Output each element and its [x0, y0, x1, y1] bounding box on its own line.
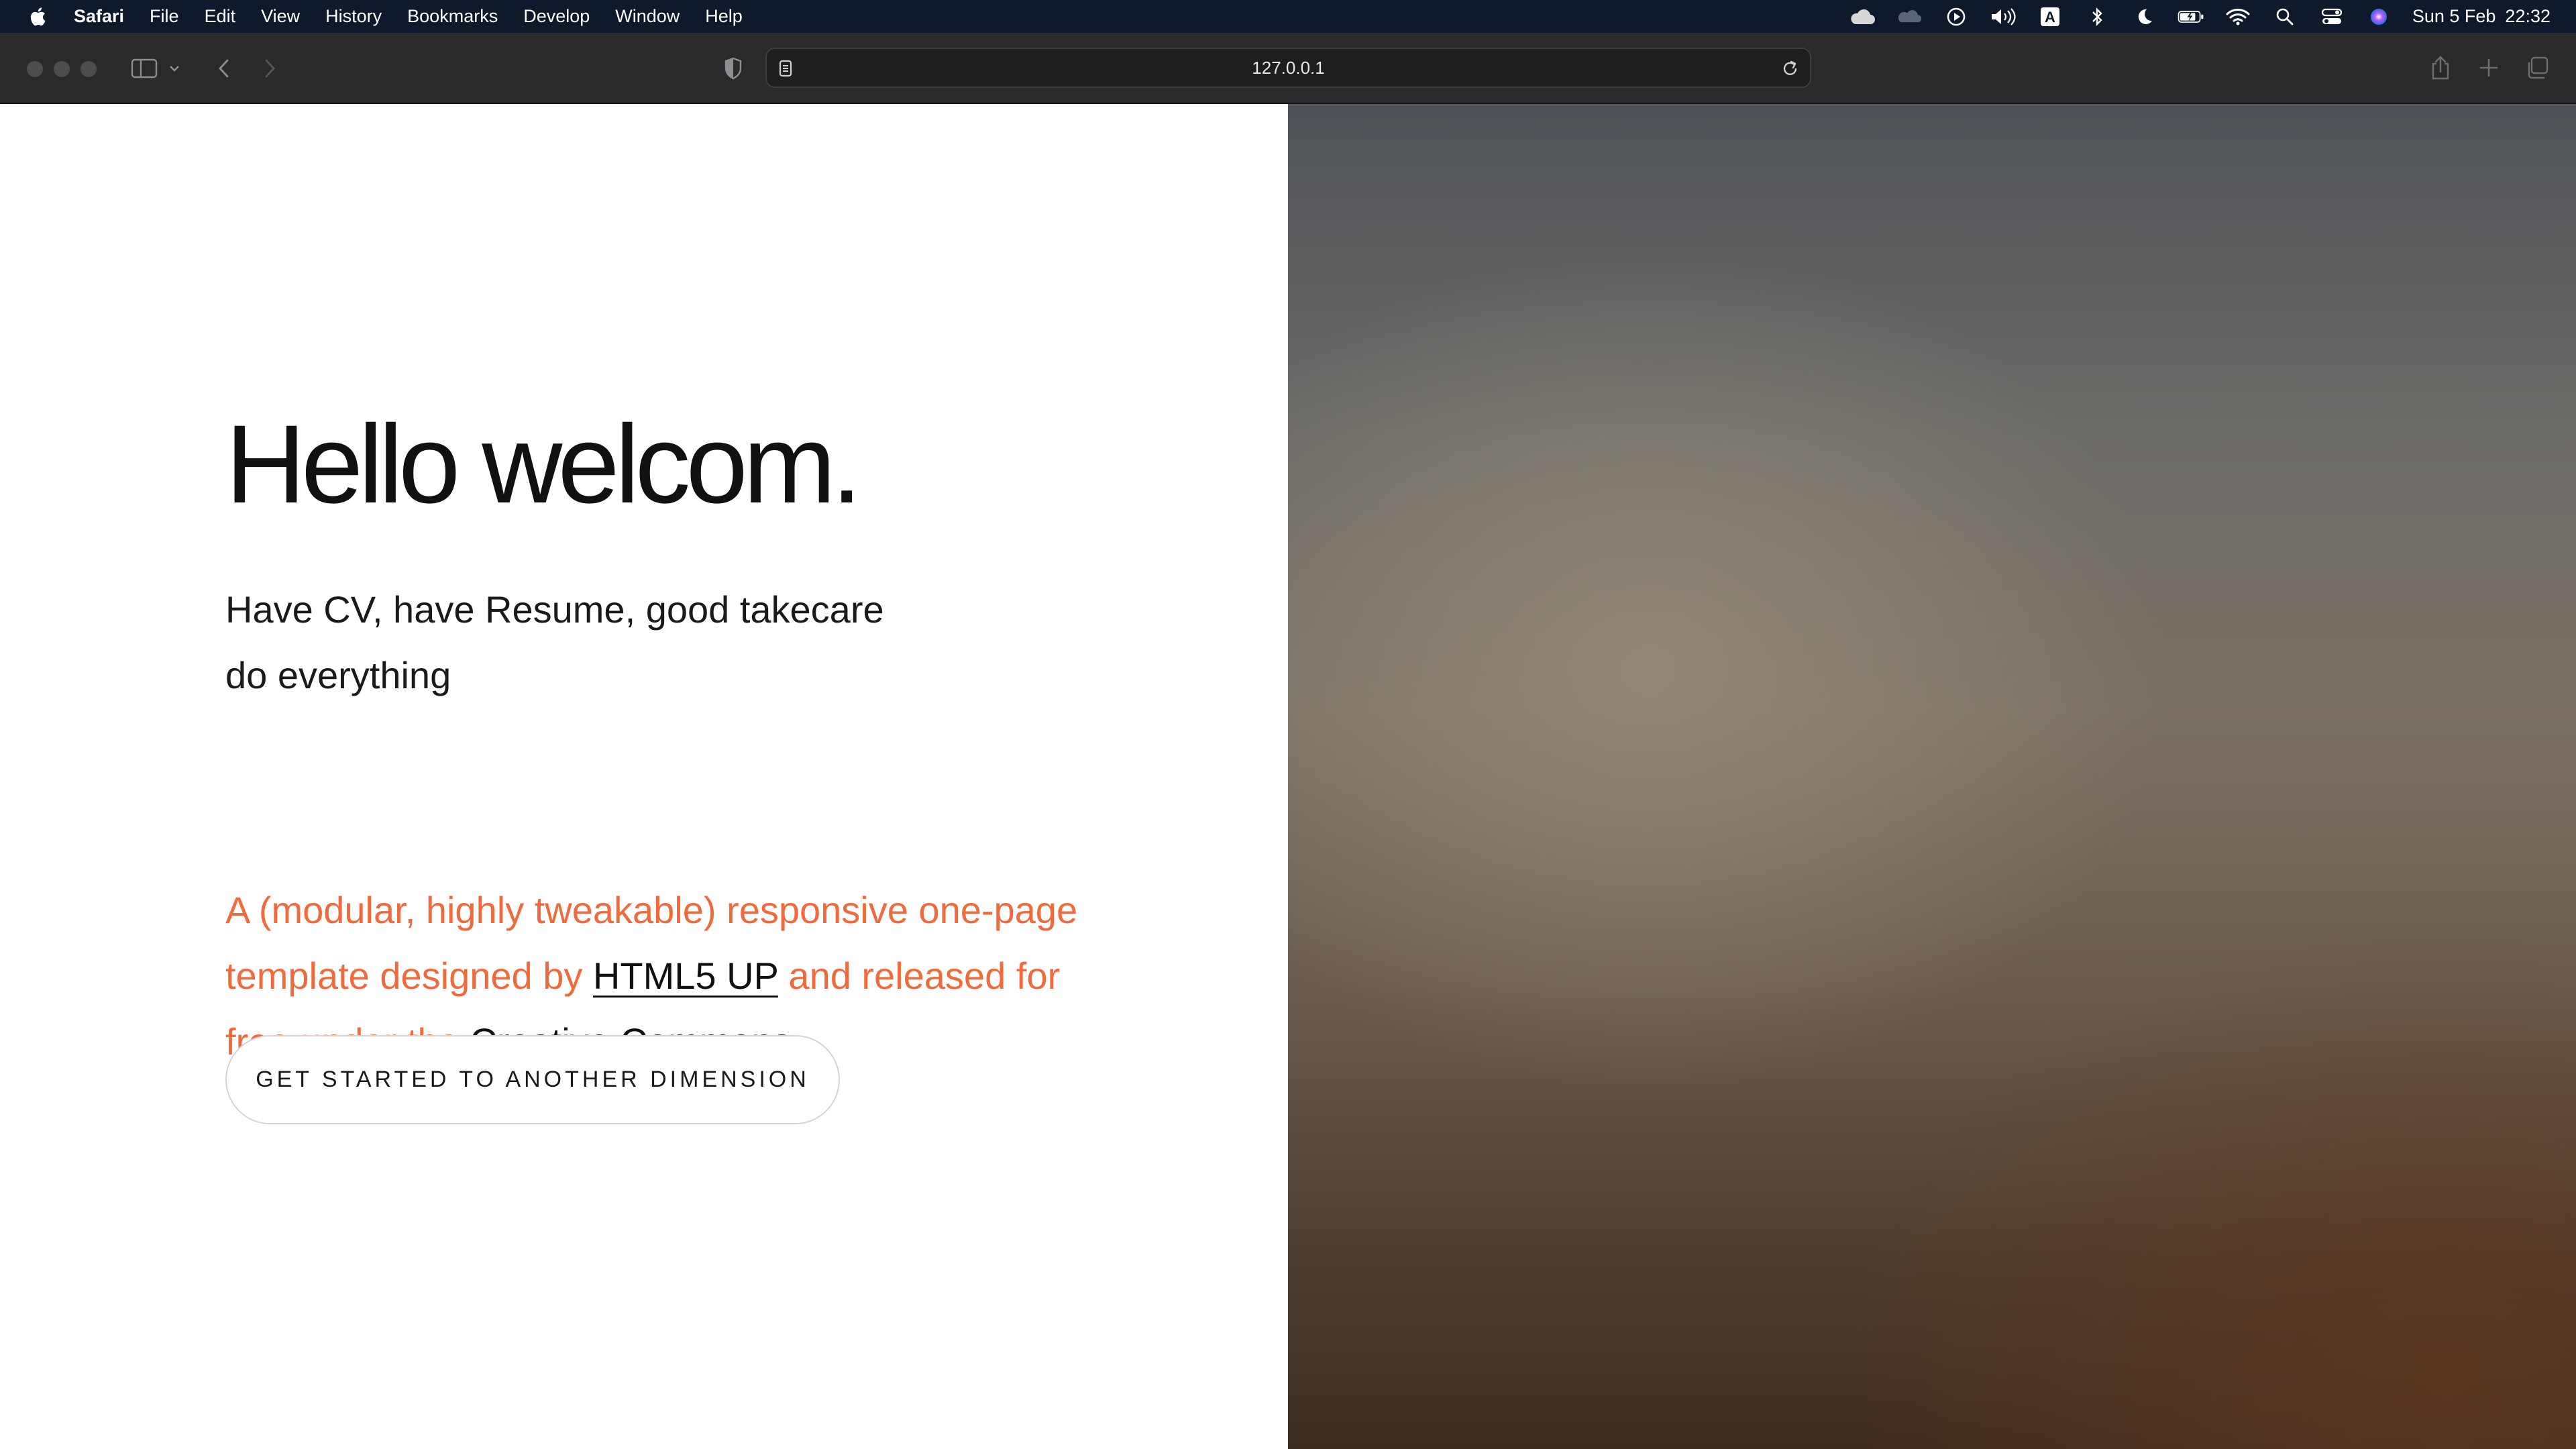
tab-overview-icon[interactable]	[2524, 54, 2551, 81]
menubar-time: 22:32	[2505, 6, 2551, 26]
input-source-letter: A	[2045, 9, 2055, 25]
keyboard-input-icon[interactable]: A	[2037, 7, 2063, 27]
menubar-date: Sun 5 Feb	[2412, 6, 2496, 26]
apple-icon[interactable]	[27, 5, 47, 28]
control-center-icon[interactable]	[2318, 7, 2345, 27]
window-minimize-button[interactable]	[54, 61, 70, 77]
hero-background-image	[1288, 104, 2576, 1449]
play-circle-icon[interactable]	[1943, 7, 1970, 27]
battery-icon[interactable]	[2178, 7, 2204, 27]
share-icon[interactable]	[2428, 53, 2453, 83]
menubar-clock[interactable]: Sun 5 Feb 22:32	[2412, 6, 2551, 27]
menu-window[interactable]: Window	[615, 6, 680, 27]
hero-content: Hello welcom. Have CV, have Resume, good…	[0, 104, 1288, 1449]
privacy-shield-icon[interactable]	[722, 56, 745, 81]
url-text[interactable]: 127.0.0.1	[767, 49, 1810, 87]
chevron-down-icon[interactable]	[166, 60, 182, 77]
hero-subtitle: Have CV, have Resume, good takecare do e…	[225, 588, 884, 696]
new-tab-icon[interactable]	[2477, 56, 2501, 80]
browser-toolbar: 127.0.0.1	[0, 33, 2576, 104]
moon-icon[interactable]	[2131, 7, 2157, 27]
onedrive-icon[interactable]	[1896, 7, 1923, 27]
hero-title: Hello welcom.	[225, 402, 862, 527]
menu-develop[interactable]: Develop	[523, 6, 590, 27]
menu-help[interactable]: Help	[705, 6, 743, 27]
address-bar[interactable]: 127.0.0.1	[765, 48, 1811, 88]
html5up-link[interactable]: HTML5 UP	[593, 955, 778, 997]
menu-app-safari[interactable]: Safari	[74, 6, 124, 27]
sidebar-toggle-icon[interactable]	[129, 56, 159, 81]
web-page: Hello welcom. Have CV, have Resume, good…	[0, 104, 2576, 1449]
cloud-icon[interactable]	[1849, 7, 1876, 27]
reload-icon[interactable]	[1780, 58, 1801, 79]
forward-button[interactable]	[260, 57, 280, 80]
get-started-button[interactable]: GET STARTED TO ANOTHER DIMENSION	[225, 1035, 840, 1124]
menu-view[interactable]: View	[261, 6, 300, 27]
wifi-icon[interactable]	[2224, 7, 2251, 27]
menu-history[interactable]: History	[325, 6, 382, 27]
window-zoom-button[interactable]	[80, 61, 97, 77]
back-button[interactable]	[213, 57, 233, 80]
menu-bookmarks[interactable]: Bookmarks	[407, 6, 498, 27]
spotlight-search-icon[interactable]	[2271, 7, 2298, 27]
bluetooth-icon[interactable]	[2084, 7, 2110, 27]
volume-icon[interactable]	[1990, 7, 2017, 27]
window-close-button[interactable]	[27, 61, 43, 77]
menu-edit[interactable]: Edit	[205, 6, 236, 27]
menu-file[interactable]: File	[150, 6, 179, 27]
siri-icon[interactable]	[2365, 7, 2392, 27]
menu-bar: Safari File Edit View History Bookmarks …	[0, 0, 2576, 33]
